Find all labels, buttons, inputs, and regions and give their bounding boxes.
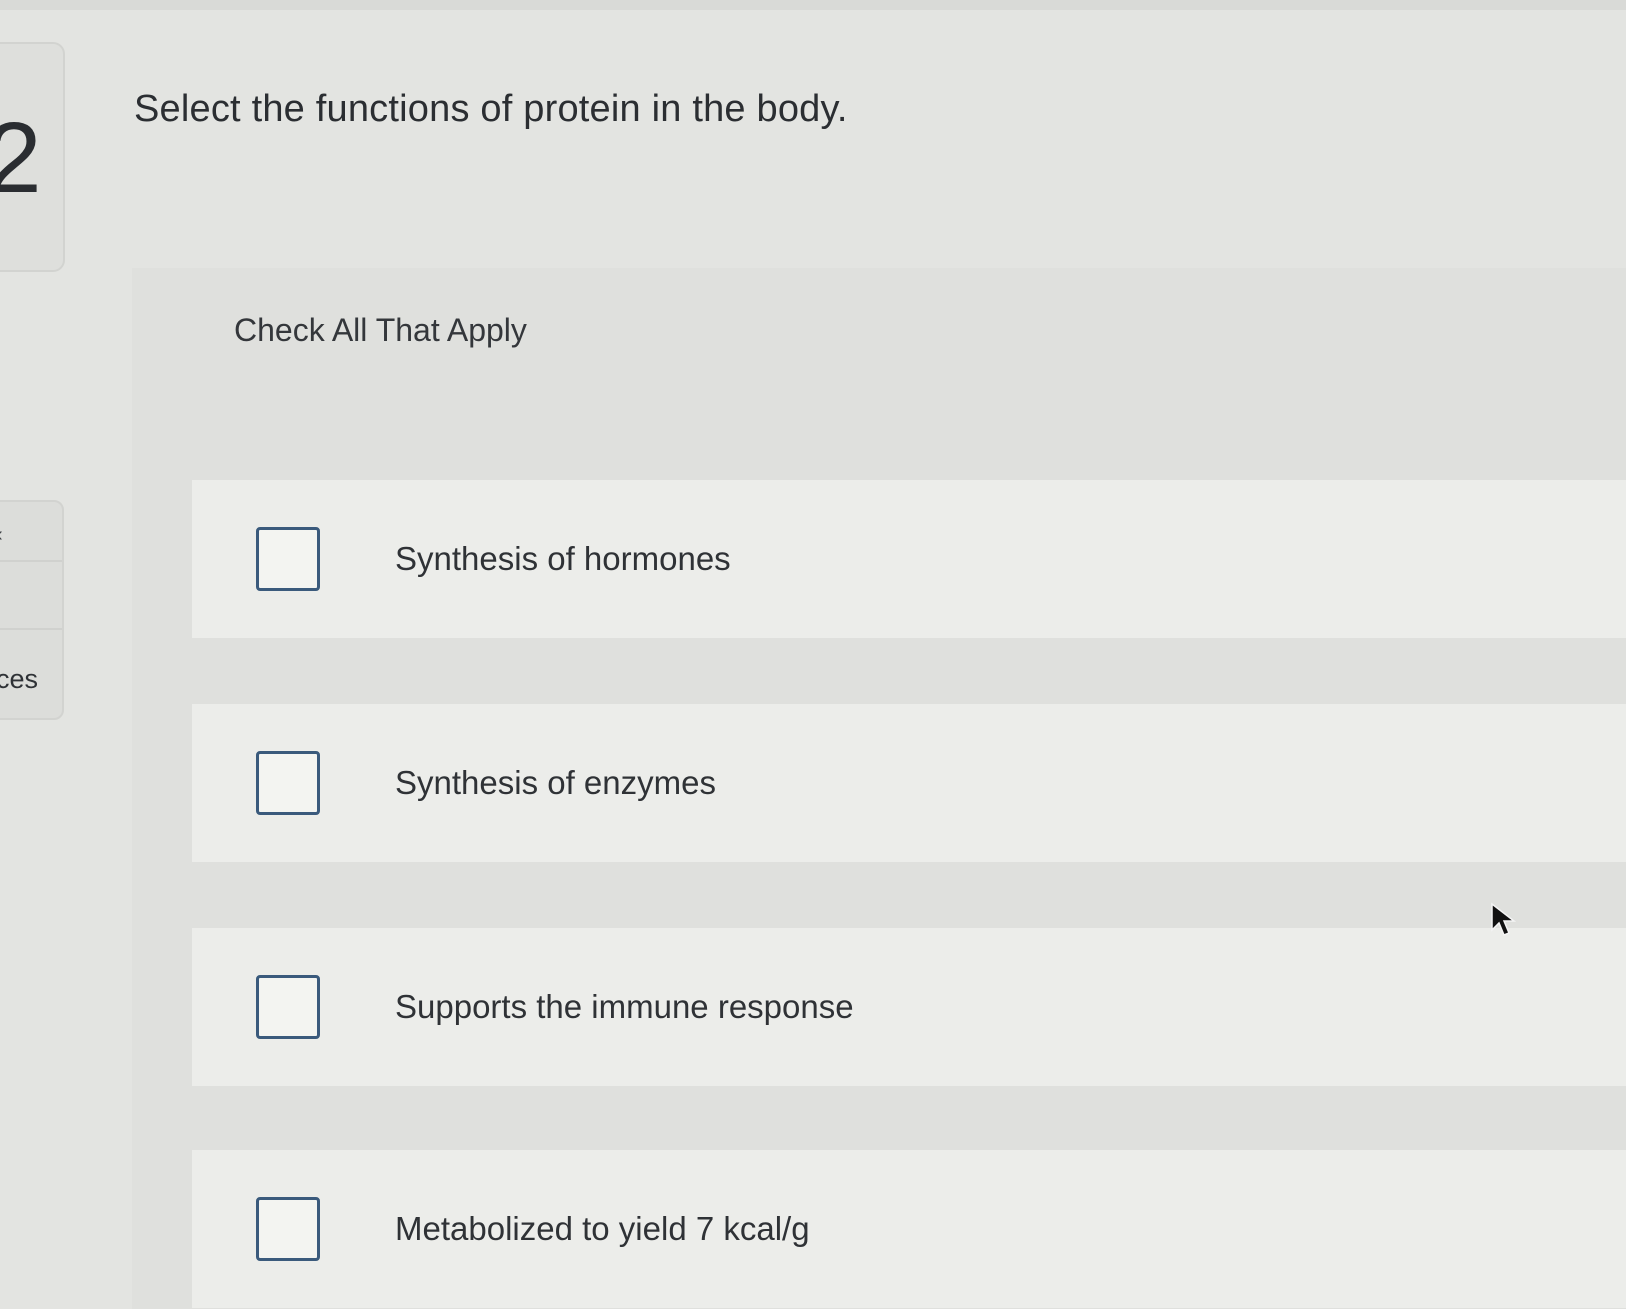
mouse-pointer-icon [1491, 902, 1517, 936]
checkbox[interactable] [256, 527, 320, 591]
checkbox[interactable] [256, 1197, 320, 1261]
instruction-label: Check All That Apply [234, 312, 527, 348]
option-row[interactable]: Synthesis of hormones [192, 480, 1626, 638]
option-label[interactable]: Synthesis of enzymes [395, 764, 716, 802]
sidebar-resources-label[interactable]: ces [0, 664, 38, 695]
checkbox[interactable] [256, 975, 320, 1039]
sidebar-divider [0, 560, 62, 562]
checkbox[interactable] [256, 751, 320, 815]
sidebar-divider [0, 628, 62, 630]
option-row[interactable]: Metabolized to yield 7 kcal/g [192, 1150, 1626, 1308]
option-label[interactable]: Synthesis of hormones [395, 540, 731, 578]
option-label[interactable]: Metabolized to yield 7 kcal/g [395, 1210, 810, 1248]
option-row[interactable]: Supports the immune response [192, 928, 1626, 1086]
top-divider [0, 0, 1626, 10]
option-row[interactable]: Synthesis of enzymes [192, 704, 1626, 862]
question-number: 2 [0, 102, 42, 214]
option-label[interactable]: Supports the immune response [395, 988, 854, 1026]
question-prompt: Select the functions of protein in the b… [134, 88, 848, 130]
chevron-left-icon[interactable]: ‹ [0, 524, 3, 547]
